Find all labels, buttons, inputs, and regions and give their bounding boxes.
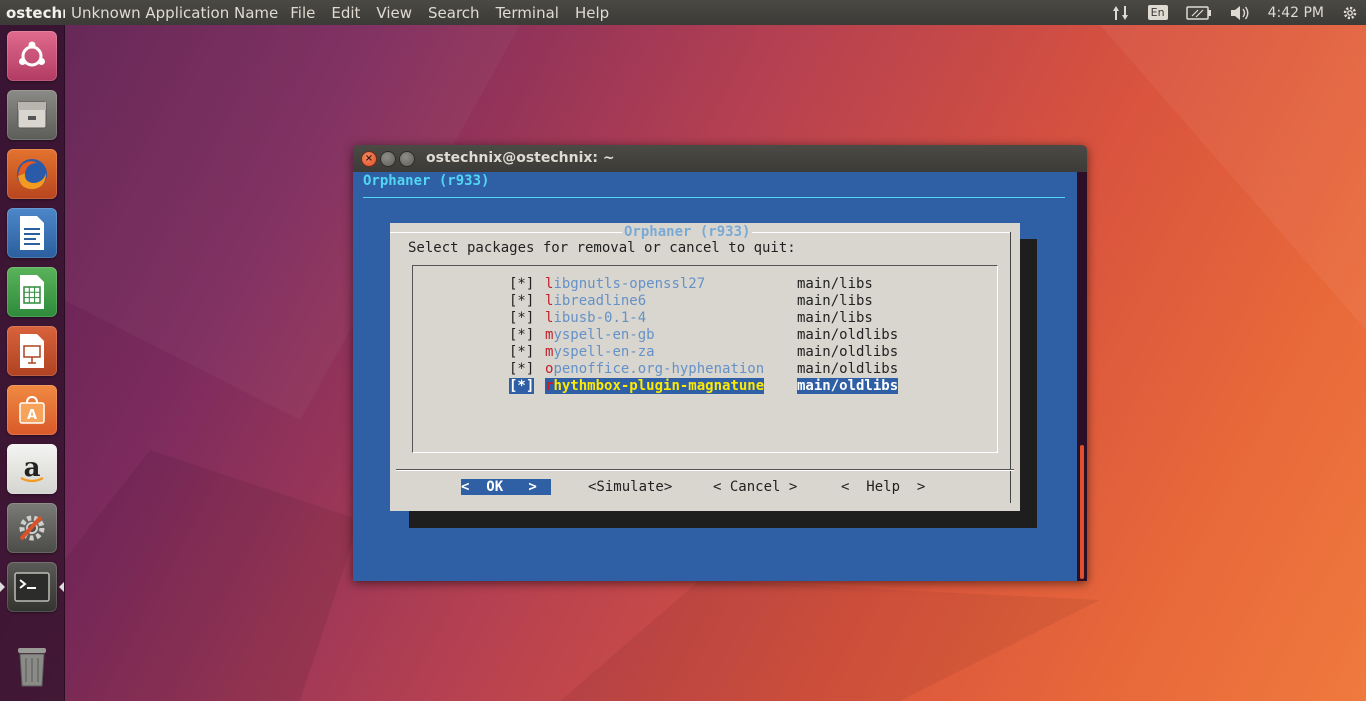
package-name: libreadline6 (545, 293, 646, 309)
package-name-rest: hythmbox-plugin-magnatune (553, 378, 765, 394)
battery-icon[interactable] (1185, 5, 1212, 20)
dialog-border-right (1010, 232, 1011, 503)
package-checkbox[interactable]: [*] (509, 276, 534, 292)
package-name-rest: yspell-en-za (553, 344, 655, 360)
package-name-rest: ibreadline6 (553, 293, 647, 309)
menu-view[interactable]: View (376, 4, 412, 22)
maximize-button[interactable] (399, 151, 415, 167)
menu-edit[interactable]: Edit (331, 4, 360, 22)
background-title: Orphaner (r933) (363, 173, 490, 189)
package-checkbox[interactable]: [*] (509, 327, 534, 343)
language-indicator[interactable]: En (1147, 5, 1168, 20)
launcher-running-indicator (0, 582, 5, 592)
package-checkbox[interactable]: [*] (509, 361, 534, 377)
network-transfer-icon[interactable] (1112, 5, 1130, 21)
package-section: main/libs (797, 276, 873, 292)
system-settings-icon[interactable] (7, 503, 57, 553)
menu-search[interactable]: Search (428, 4, 480, 22)
window-title: ostechnix@ostechnix: ~ (426, 150, 615, 166)
dialog-separator-highlight (396, 470, 1014, 471)
app-badge: ostechni (6, 3, 65, 22)
files-icon[interactable] (7, 90, 57, 140)
package-section: main/oldlibs (797, 344, 899, 360)
cancel-button[interactable]: < Cancel > (713, 479, 797, 495)
package-name: libusb-0.1-4 (545, 310, 646, 326)
libreoffice-writer-icon[interactable] (7, 208, 57, 258)
terminal-icon[interactable] (7, 562, 57, 612)
dialog-title: Orphaner (r933) (622, 224, 753, 240)
window-titlebar[interactable]: × ostechnix@ostechnix: ~ (353, 145, 1087, 172)
close-button[interactable]: × (361, 151, 377, 167)
menu-file[interactable]: File (290, 4, 315, 22)
package-name: openoffice.org-hyphenation (545, 361, 764, 377)
amazon-icon[interactable]: a (7, 444, 57, 494)
launcher: A a (0, 25, 65, 701)
package-section: main/oldlibs (797, 361, 899, 377)
simulate-button[interactable]: <Simulate> (588, 479, 672, 495)
ok-button[interactable]: < OK > (461, 479, 551, 495)
package-checkbox[interactable]: [*] (509, 310, 534, 326)
background-rule (363, 197, 1065, 198)
package-checkbox[interactable]: [*] (509, 344, 534, 360)
svg-text:a: a (24, 453, 41, 483)
ubuntu-software-icon[interactable]: A (7, 385, 57, 435)
language-label: En (1147, 5, 1168, 20)
package-name-rest: yspell-en-gb (553, 327, 655, 343)
dialog-prompt: Select packages for removal or cancel to… (408, 240, 796, 256)
package-section: main/oldlibs (797, 378, 899, 394)
package-list: [*] libgnutls-openssl27 main/libs [*] li… (412, 265, 998, 453)
gear-icon[interactable] (1342, 5, 1358, 21)
indicator-area: En 4:42 PM (1112, 0, 1366, 25)
package-section: main/oldlibs (797, 327, 899, 343)
package-checkbox[interactable]: [*] (509, 293, 534, 309)
package-name-rest: ibgnutls-openssl27 (553, 276, 706, 292)
svg-text:A: A (27, 408, 37, 423)
package-checkbox[interactable]: [*] (509, 378, 535, 394)
package-section: main/libs (797, 293, 873, 309)
menu-terminal[interactable]: Terminal (496, 4, 559, 22)
package-section: main/libs (797, 310, 873, 326)
orphaner-dialog: Orphaner (r933) Select packages for remo… (390, 223, 1020, 511)
top-panel: ostechni Unknown Application Name File E… (0, 0, 1366, 25)
minimize-button[interactable] (380, 151, 396, 167)
close-icon: × (364, 153, 374, 164)
package-name-rest: ibusb-0.1-4 (553, 310, 647, 326)
menu-help[interactable]: Help (575, 4, 609, 22)
help-button[interactable]: < Help > (841, 479, 925, 495)
package-name: libgnutls-openssl27 (545, 276, 705, 292)
libreoffice-calc-icon[interactable] (7, 267, 57, 317)
ubuntu-dash-icon[interactable] (7, 31, 57, 81)
clock[interactable]: 4:42 PM (1268, 5, 1324, 21)
firefox-icon[interactable] (7, 149, 57, 199)
package-name: myspell-en-gb (545, 327, 655, 343)
terminal-body[interactable]: Orphaner (r933) Orphaner (r933) Select p… (353, 172, 1087, 581)
app-name: Unknown Application Name (71, 3, 279, 22)
package-name-rest: penoffice.org-hyphenation (553, 361, 765, 377)
libreoffice-impress-icon[interactable] (7, 326, 57, 376)
terminal-scrollbar[interactable] (1077, 172, 1087, 581)
scrollbar-thumb[interactable] (1080, 445, 1084, 579)
launcher-focus-indicator (59, 582, 64, 592)
volume-icon[interactable] (1230, 5, 1250, 21)
package-name: myspell-en-za (545, 344, 655, 360)
terminal-window: × ostechnix@ostechnix: ~ Orphaner (r933)… (353, 145, 1087, 581)
trash-icon[interactable] (7, 641, 57, 691)
package-name: rhythmbox-plugin-magnatune (545, 378, 765, 394)
